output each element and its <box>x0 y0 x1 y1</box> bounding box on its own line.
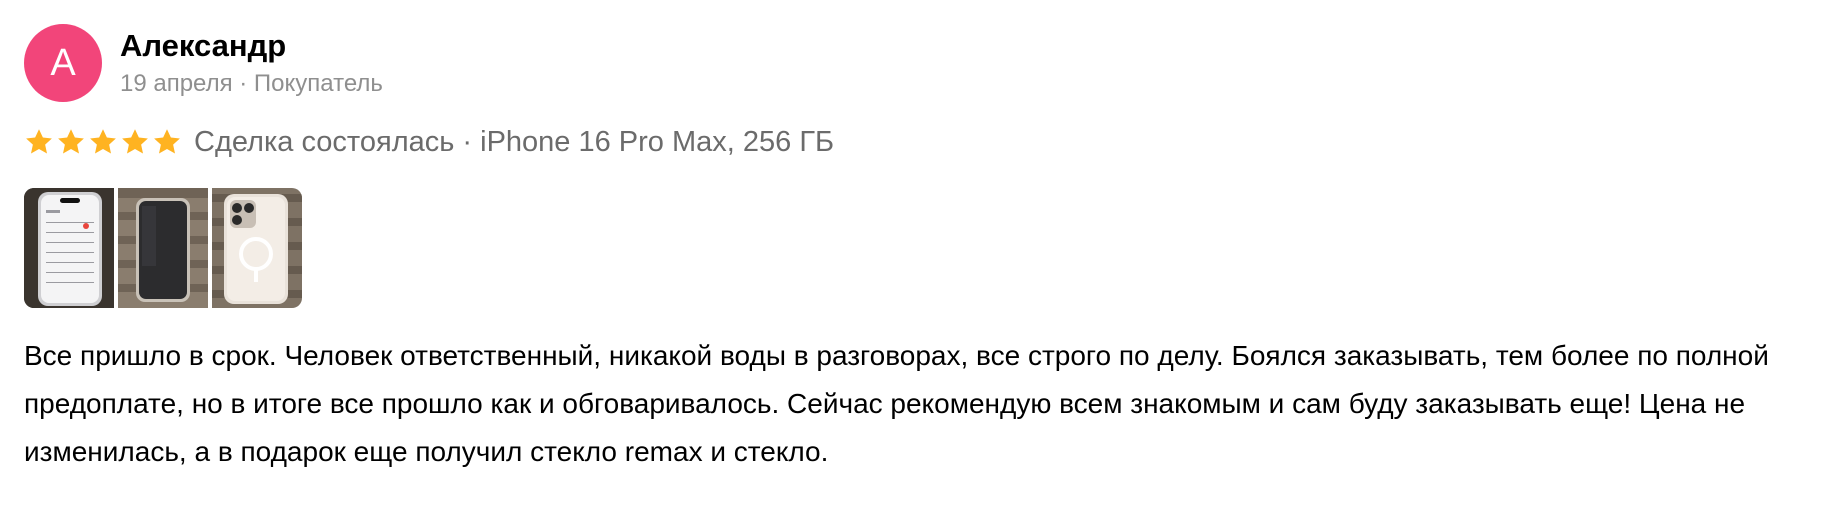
deal-info: Сделка состоялась · iPhone 16 Pro Max, 2… <box>194 125 835 158</box>
photo-phone-back-dark[interactable] <box>118 188 208 308</box>
star-icon <box>154 129 180 154</box>
rating-stars <box>24 127 182 157</box>
avatar[interactable]: А <box>24 24 102 102</box>
star-icon <box>90 129 116 154</box>
photo-gallery <box>24 188 302 308</box>
photo-phone-clear-case[interactable] <box>212 188 302 308</box>
review-meta: 19 апреля · Покупатель <box>120 70 383 97</box>
review-text: Все пришло в срок. Человек ответственный… <box>24 340 1769 467</box>
star-icon <box>26 129 52 154</box>
star-icon <box>122 129 148 154</box>
author-name[interactable]: Александр <box>120 28 286 64</box>
rating-row: Сделка состоялась · iPhone 16 Pro Max, 2… <box>24 122 834 162</box>
star-icon <box>58 129 84 154</box>
review-card: А Александр 19 апреля · Покупатель Сделк… <box>0 0 1832 519</box>
photo-phone-screen[interactable] <box>24 188 114 308</box>
